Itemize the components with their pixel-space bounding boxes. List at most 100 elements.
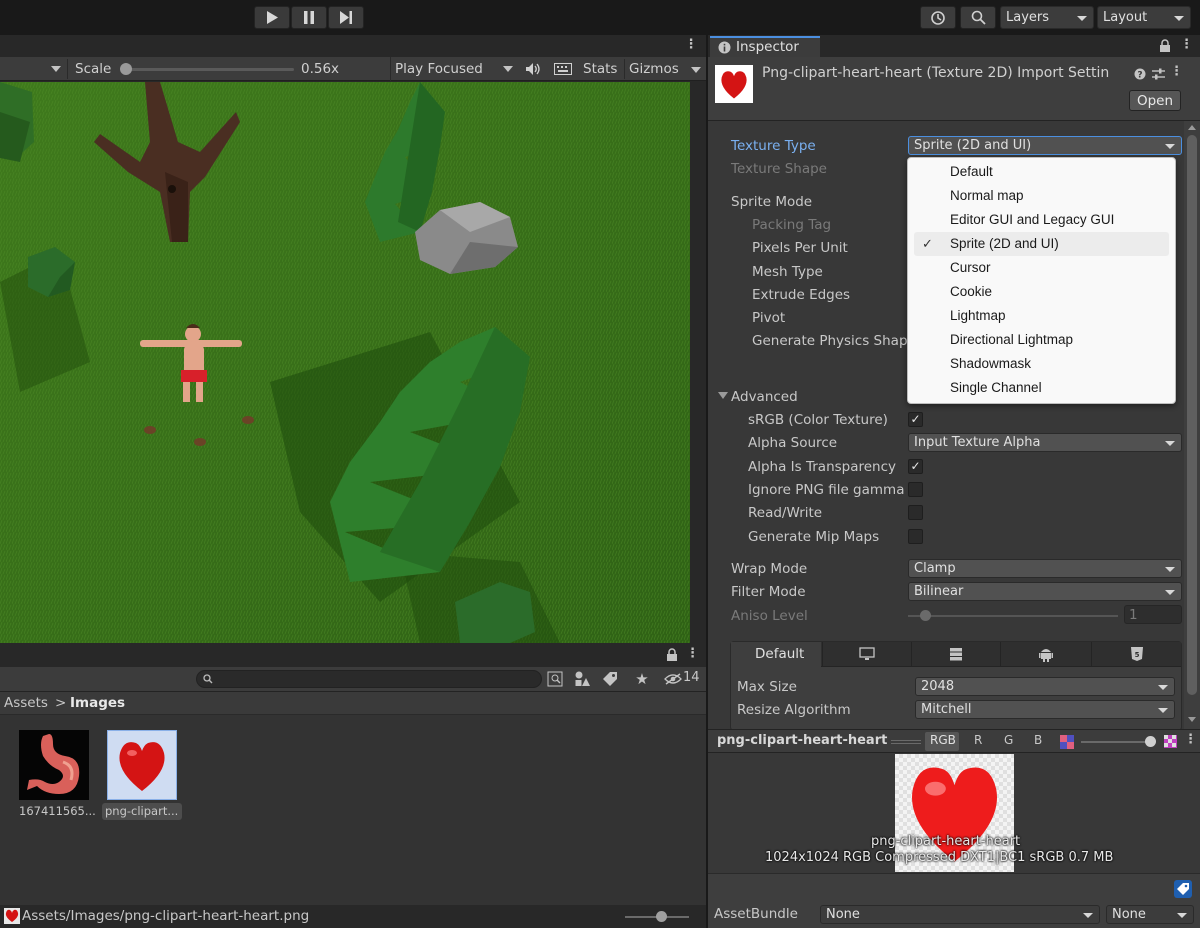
advanced-foldout[interactable]: Advanced <box>716 387 916 407</box>
more-menu-icon[interactable]: ⋮ <box>686 646 699 661</box>
menu-item-normal-map[interactable]: Normal map <box>914 184 1169 208</box>
more-menu-icon[interactable]: ⋮ <box>684 37 698 52</box>
alpha-channel-icon[interactable] <box>1060 735 1074 749</box>
pixels-per-unit-label: Pixels Per Unit <box>752 240 848 256</box>
asset-bundle-variant-dropdown[interactable]: None <box>1106 905 1194 924</box>
shortcuts-button[interactable] <box>548 57 578 81</box>
menu-item-sprite[interactable]: ✓ Sprite (2D and UI) <box>914 232 1169 256</box>
chevron-down-icon <box>1165 144 1175 149</box>
stats-button[interactable]: Stats <box>583 61 617 77</box>
step-button[interactable] <box>328 6 364 29</box>
breadcrumb-assets[interactable]: Assets <box>4 695 48 711</box>
scrollbar-thumb[interactable] <box>1187 135 1197 695</box>
resize-algorithm-dropdown[interactable]: Mitchell <box>915 700 1175 719</box>
scroll-down-icon[interactable] <box>1188 717 1196 722</box>
lock-icon[interactable] <box>1159 39 1171 52</box>
tab-inspector[interactable]: Inspector <box>710 36 820 57</box>
filter-mode-dropdown[interactable]: Bilinear <box>908 582 1182 601</box>
ignore-png-gamma-checkbox[interactable] <box>908 482 923 497</box>
menu-item-lightmap[interactable]: Lightmap <box>914 304 1169 328</box>
menu-item-default[interactable]: Default <box>914 160 1169 184</box>
history-icon <box>931 10 945 25</box>
play-button[interactable] <box>254 6 290 29</box>
platform-tab-default[interactable]: Default <box>731 642 821 667</box>
project-search-input[interactable] <box>196 670 542 688</box>
checkerboard-icon[interactable] <box>1164 735 1177 748</box>
mute-audio-button[interactable] <box>520 57 546 81</box>
menu-item-label: Default <box>950 164 993 179</box>
filter-type-button[interactable] <box>572 669 592 689</box>
favorite-button[interactable]: ★ <box>632 669 652 689</box>
channel-r-button[interactable]: R <box>974 733 982 747</box>
aniso-slider-thumb[interactable] <box>920 610 931 621</box>
help-icon[interactable]: ? <box>1134 68 1146 80</box>
channel-rgb-button[interactable]: RGB <box>925 732 959 751</box>
icon-size-slider[interactable] <box>625 911 689 922</box>
menu-item-cookie[interactable]: Cookie <box>914 280 1169 304</box>
icon-size-slider-thumb[interactable] <box>656 911 667 922</box>
search-icon <box>203 674 213 684</box>
search-button[interactable] <box>960 6 996 29</box>
menu-item-editor-gui[interactable]: Editor GUI and Legacy GUI <box>914 208 1169 232</box>
context-menu-icon[interactable]: ⋮ <box>1170 64 1183 79</box>
menu-item-label: Editor GUI and Legacy GUI <box>950 212 1115 227</box>
texture-type-menu: Default Normal map Editor GUI and Legacy… <box>907 157 1176 404</box>
aspect-dropdown[interactable] <box>0 57 66 81</box>
platform-tab-standalone[interactable] <box>822 642 910 667</box>
srgb-checkbox[interactable]: ✓ <box>908 412 923 427</box>
read-write-checkbox[interactable] <box>908 505 923 520</box>
asset-item-stomach[interactable]: 167411565... <box>16 729 96 821</box>
open-button[interactable]: Open <box>1129 90 1181 111</box>
preview-drag-handle[interactable] <box>891 740 921 744</box>
preset-icon[interactable] <box>1152 68 1165 80</box>
menu-item-directional-lightmap[interactable]: Directional Lightmap <box>914 328 1169 352</box>
lock-icon[interactable] <box>666 648 678 661</box>
menu-item-cursor[interactable]: Cursor <box>914 256 1169 280</box>
max-size-label: Max Size <box>737 679 797 695</box>
mip-level-slider[interactable] <box>1081 736 1156 747</box>
aniso-value-field[interactable]: 1 <box>1124 605 1182 624</box>
menu-item-label: Lightmap <box>950 308 1006 323</box>
texture-type-dropdown[interactable]: Sprite (2D and UI) <box>908 136 1182 155</box>
pause-button[interactable] <box>291 6 327 29</box>
menu-item-shadowmask[interactable]: Shadowmask <box>914 352 1169 376</box>
wrap-mode-label: Wrap Mode <box>731 561 808 577</box>
filter-label-button[interactable] <box>600 669 620 689</box>
play-focused-dropdown[interactable]: Play Focused <box>390 57 518 81</box>
alpha-transparency-checkbox[interactable]: ✓ <box>908 459 923 474</box>
layout-dropdown[interactable]: Layout <box>1097 6 1191 29</box>
chevron-down-icon[interactable] <box>691 67 701 73</box>
gizmos-button[interactable]: Gizmos <box>629 61 679 77</box>
game-viewport[interactable] <box>0 82 690 643</box>
hidden-packages-button[interactable]: 14 <box>662 669 704 689</box>
game-view-scrollbar[interactable] <box>690 82 706 643</box>
platform-tab-android[interactable] <box>1000 642 1090 667</box>
layers-dropdown[interactable]: Layers <box>1000 6 1094 29</box>
preview-menu-icon[interactable]: ⋮ <box>1184 732 1197 747</box>
asset-labels-button[interactable] <box>1174 880 1192 898</box>
menu-item-single-channel[interactable]: Single Channel <box>914 376 1169 400</box>
menu-item-label: Cursor <box>950 260 991 275</box>
breadcrumb-images[interactable]: Images <box>70 695 125 711</box>
channel-b-button[interactable]: B <box>1034 733 1042 747</box>
more-menu-icon[interactable]: ⋮ <box>1180 37 1193 52</box>
alpha-source-dropdown[interactable]: Input Texture Alpha <box>908 433 1182 452</box>
channel-g-button[interactable]: G <box>1004 733 1013 747</box>
asset-item-heart[interactable]: png-clipart... <box>102 729 182 821</box>
search-scope-icon <box>547 671 563 687</box>
platform-tab-server[interactable] <box>911 642 999 667</box>
generate-mipmaps-checkbox[interactable] <box>908 529 923 544</box>
platform-tab-webgl[interactable]: 5 <box>1091 642 1181 667</box>
asset-grid: 167411565... png-clipart... <box>0 715 706 905</box>
scale-slider[interactable] <box>120 63 294 75</box>
scale-slider-thumb[interactable] <box>120 63 132 75</box>
aniso-slider[interactable] <box>908 610 1118 621</box>
scroll-up-icon[interactable] <box>1188 125 1196 130</box>
mip-level-slider-thumb[interactable] <box>1145 736 1156 747</box>
asset-bundle-name-dropdown[interactable]: None <box>820 905 1100 924</box>
search-by-type-button[interactable] <box>545 669 565 689</box>
inspector-scrollbar[interactable] <box>1184 121 1200 729</box>
wrap-mode-dropdown[interactable]: Clamp <box>908 559 1182 578</box>
history-button[interactable] <box>920 6 956 29</box>
max-size-dropdown[interactable]: 2048 <box>915 677 1175 696</box>
